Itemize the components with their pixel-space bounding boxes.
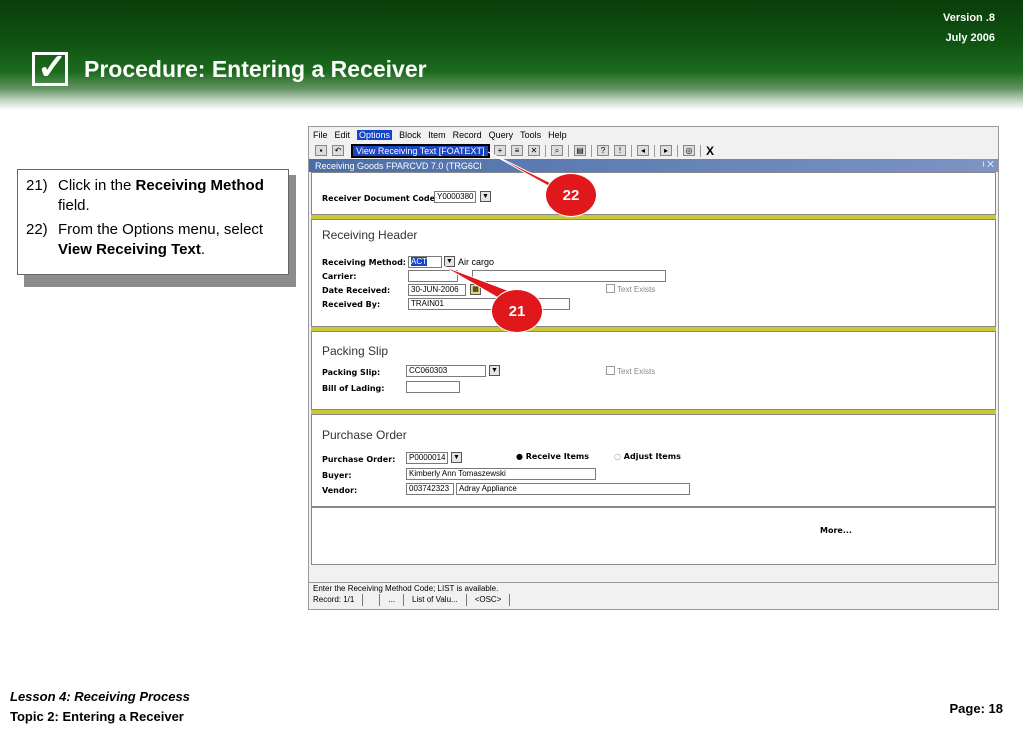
footer-topic: Topic 2: Entering a Receiver — [10, 709, 184, 724]
callout-22: 22 — [545, 173, 597, 217]
footer-page-number: Page: 18 — [949, 701, 1003, 716]
callout-21: 21 — [491, 289, 543, 333]
footer-lesson: Lesson 4: Receiving Process — [10, 689, 190, 704]
callout-pointers — [442, 151, 571, 301]
